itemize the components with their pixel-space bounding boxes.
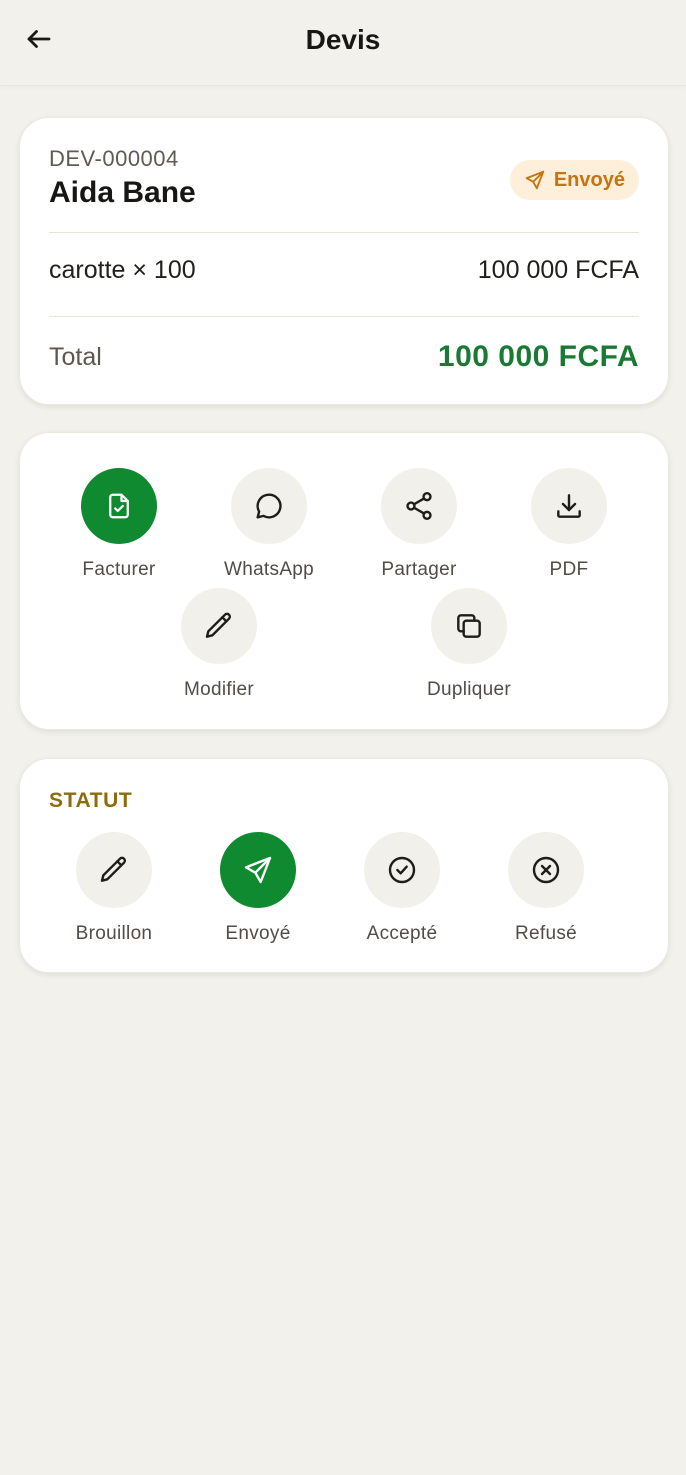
pdf-button[interactable]: PDF bbox=[494, 468, 644, 581]
page-title: Devis bbox=[305, 24, 381, 55]
duplicate-button-label: Dupliquer bbox=[426, 679, 512, 700]
quote-summary-card: DEV-000004 Aida Bane Envoyé carotte × 10… bbox=[19, 117, 669, 405]
status-option-sent[interactable]: Envoyé bbox=[183, 832, 333, 945]
status-option-sent-circle bbox=[220, 832, 296, 908]
status-option-refused-circle bbox=[508, 832, 584, 908]
whatsapp-button-circle bbox=[231, 468, 307, 544]
share-icon bbox=[406, 492, 432, 520]
share-button[interactable]: Partager bbox=[344, 468, 494, 581]
download-icon bbox=[557, 494, 581, 518]
status-card: STATUT Brouillon Envoyé Accepté Refusé bbox=[19, 758, 669, 973]
total-row: Total 100 000 FCFA bbox=[49, 340, 639, 374]
edit-button-label: Modifier bbox=[184, 679, 254, 700]
edit-button[interactable]: Modifier bbox=[144, 588, 294, 701]
status-option-draft[interactable]: Brouillon bbox=[39, 832, 189, 945]
divider bbox=[49, 316, 639, 317]
status-option-refused[interactable]: Refusé bbox=[471, 832, 621, 945]
invoice-button-circle bbox=[81, 468, 157, 544]
invoice-check-icon bbox=[109, 493, 129, 519]
send-icon bbox=[244, 856, 272, 884]
status-option-accepted[interactable]: Accepté bbox=[327, 832, 477, 945]
divider bbox=[49, 232, 639, 233]
app-header: Devis bbox=[0, 0, 686, 86]
whatsapp-button[interactable]: WhatsApp bbox=[194, 468, 344, 581]
share-button-label: Partager bbox=[381, 559, 457, 580]
status-option-draft-label: Brouillon bbox=[75, 923, 153, 944]
total-value: 100 000 FCFA bbox=[437, 340, 639, 373]
duplicate-button-circle bbox=[431, 588, 507, 664]
pencil-icon bbox=[100, 856, 127, 882]
send-icon bbox=[525, 170, 545, 190]
status-badge-label: Envoyé bbox=[553, 168, 625, 191]
status-option-accepted-circle bbox=[364, 832, 440, 908]
line-item: carotte × 100 100 000 FCFA bbox=[49, 256, 639, 285]
status-option-draft-circle bbox=[76, 832, 152, 908]
quote-reference: DEV-000004 bbox=[49, 146, 179, 171]
actions-card: Facturer WhatsApp Partager PDF Modifier … bbox=[19, 432, 669, 730]
share-button-circle bbox=[381, 468, 457, 544]
line-item-description: carotte × 100 bbox=[49, 256, 196, 284]
edit-button-circle bbox=[181, 588, 257, 664]
pdf-button-circle bbox=[531, 468, 607, 544]
pdf-button-label: PDF bbox=[549, 559, 589, 580]
chat-bubble-icon bbox=[256, 493, 282, 519]
whatsapp-button-label: WhatsApp bbox=[223, 559, 315, 580]
status-badge: Envoyé bbox=[509, 160, 639, 200]
client-name: Aida Bane bbox=[49, 176, 196, 209]
copy-icon bbox=[457, 614, 481, 638]
invoice-button-label: Facturer bbox=[82, 559, 156, 580]
status-option-refused-label: Refusé bbox=[514, 923, 577, 944]
status-option-sent-label: Envoyé bbox=[225, 923, 291, 944]
invoice-button[interactable]: Facturer bbox=[44, 468, 194, 581]
check-circle-icon bbox=[388, 856, 416, 884]
status-option-accepted-label: Accepté bbox=[366, 923, 438, 944]
x-circle-icon bbox=[532, 856, 560, 884]
total-label: Total bbox=[49, 342, 102, 371]
status-section-title: STATUT bbox=[49, 789, 133, 812]
line-item-amount: 100 000 FCFA bbox=[477, 256, 639, 284]
pencil-icon bbox=[205, 612, 232, 638]
duplicate-button[interactable]: Dupliquer bbox=[394, 588, 544, 701]
